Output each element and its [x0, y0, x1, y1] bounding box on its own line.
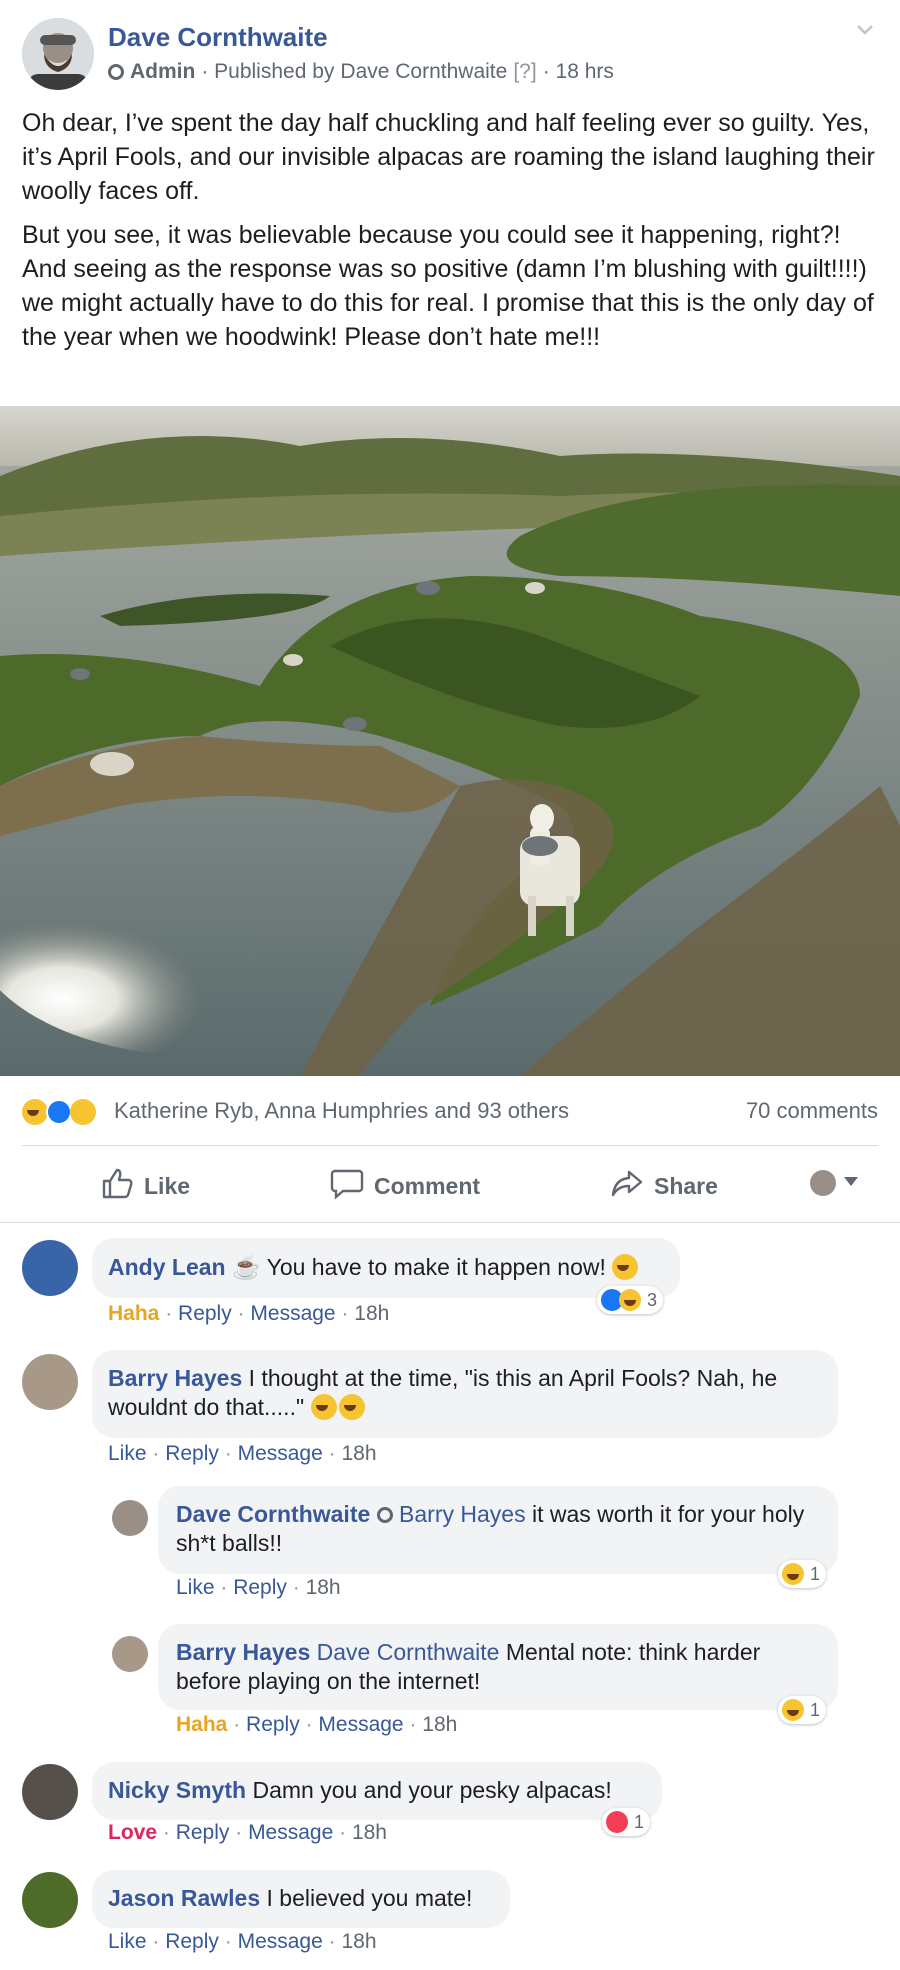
reactions-summary[interactable]: Katherine Ryb, Anna Humphries and 93 oth… — [114, 1098, 569, 1124]
message-link[interactable]: Message — [248, 1821, 333, 1844]
reply-author[interactable]: Dave Cornthwaite — [176, 1501, 370, 1527]
reply-time[interactable]: 18h — [306, 1576, 341, 1599]
message-link[interactable]: Message — [250, 1302, 335, 1325]
haha-icon — [22, 1099, 48, 1125]
comment-time[interactable]: 18h — [341, 1442, 376, 1465]
share-arrow-icon — [610, 1166, 644, 1206]
divider — [0, 1222, 900, 1223]
reply-link[interactable]: Reply — [246, 1713, 300, 1736]
reaction-love-link[interactable]: Love — [108, 1821, 157, 1844]
page-avatar-icon — [810, 1170, 836, 1196]
comment-author[interactable]: Barry Hayes — [108, 1365, 242, 1391]
reply-avatar[interactable] — [112, 1500, 148, 1536]
reply-link[interactable]: Reply — [233, 1576, 287, 1599]
comment-actions: Haha · Reply · Message · 18h — [108, 1302, 390, 1325]
like-link[interactable]: Like — [176, 1576, 215, 1599]
comment-time[interactable]: 18h — [352, 1821, 387, 1844]
divider — [22, 1145, 878, 1146]
love-icon — [606, 1811, 628, 1833]
shield-icon — [376, 1507, 393, 1523]
like-button[interactable]: Like — [100, 1166, 190, 1206]
coffee-icon: ☕ — [231, 1254, 261, 1280]
commenter-avatar[interactable] — [22, 1764, 78, 1820]
reply-bubble: Barry Hayes Dave Cornthwaite Mental note… — [158, 1624, 838, 1710]
reply-reaction-count[interactable]: 1 — [778, 1696, 827, 1724]
reply-mention[interactable]: Dave Cornthwaite — [317, 1639, 500, 1665]
haha-icon — [782, 1699, 804, 1721]
comment-reaction-count[interactable]: 1 — [602, 1808, 651, 1836]
reply-author[interactable]: Barry Hayes — [176, 1639, 310, 1665]
reply-time[interactable]: 18h — [422, 1713, 457, 1736]
reaction-haha-link[interactable]: Haha — [176, 1713, 227, 1736]
comment-actions: Like · Reply · Message · 18h — [108, 1930, 377, 1953]
caret-down-icon — [844, 1174, 858, 1192]
like-link[interactable]: Like — [108, 1442, 147, 1465]
thumbs-up-icon — [100, 1166, 134, 1206]
post-text-paragraph-1: Oh dear, I’ve spent the day half chuckli… — [22, 109, 875, 205]
comment-reaction-count[interactable]: 3 — [597, 1286, 664, 1314]
laughing-emoji-icon — [338, 1394, 365, 1420]
comment-author[interactable]: Nicky Smyth — [108, 1777, 246, 1803]
comment-bubble: Nicky Smyth Damn you and your pesky alpa… — [92, 1762, 662, 1820]
share-button[interactable]: Share — [610, 1166, 718, 1206]
comment-text: I believed you mate! — [266, 1885, 473, 1911]
reaction-icons[interactable] — [22, 1099, 96, 1125]
like-icon — [46, 1099, 72, 1125]
message-link[interactable]: Message — [318, 1713, 403, 1736]
reply-link[interactable]: Reply — [176, 1821, 230, 1844]
comment-icon — [330, 1166, 364, 1206]
reply-bubble: Dave Cornthwaite Barry Hayes it was wort… — [158, 1486, 838, 1574]
comment-bubble: Andy Lean ☕ You have to make it happen n… — [92, 1238, 680, 1298]
comment-time[interactable]: 18h — [354, 1302, 389, 1325]
share-button-label: Share — [654, 1172, 718, 1199]
smile-emoji-icon — [612, 1254, 639, 1280]
comment-author[interactable]: Jason Rawles — [108, 1885, 260, 1911]
reply-actions: Haha · Reply · Message · 18h — [176, 1713, 458, 1736]
shield-icon — [108, 64, 124, 80]
comment-bubble: Barry Hayes I thought at the time, "is t… — [92, 1350, 838, 1438]
reaction-haha-link[interactable]: Haha — [108, 1302, 159, 1325]
comment-button[interactable]: Comment — [330, 1166, 480, 1206]
comment-actions: Like · Reply · Message · 18h — [108, 1442, 377, 1465]
post-text-paragraph-2: But you see, it was believable because y… — [22, 221, 874, 351]
reply-actions: Like · Reply · 18h — [176, 1576, 341, 1599]
comments-count[interactable]: 70 comments — [746, 1098, 878, 1124]
comment-text: Damn you and your pesky alpacas! — [252, 1777, 612, 1803]
reply-reaction-count[interactable]: 1 — [778, 1560, 827, 1588]
post-author-name[interactable]: Dave Cornthwaite — [108, 22, 328, 53]
published-prefix: · Published by — [201, 60, 335, 83]
comment-actions: Love · Reply · Message · 18h — [108, 1821, 387, 1844]
comment-text: You have to make it happen now! — [266, 1254, 606, 1280]
commenter-avatar[interactable] — [22, 1354, 78, 1410]
post-options-chevron-icon[interactable] — [856, 20, 874, 38]
commenter-avatar[interactable] — [22, 1240, 78, 1296]
grimace-emoji-icon — [310, 1394, 337, 1420]
reply-link[interactable]: Reply — [165, 1930, 219, 1953]
like-link[interactable]: Like — [108, 1930, 147, 1953]
comment-time[interactable]: 18h — [341, 1930, 376, 1953]
haha-icon — [782, 1563, 804, 1585]
author-avatar[interactable] — [22, 18, 94, 90]
message-link[interactable]: Message — [238, 1442, 323, 1465]
like-button-label: Like — [144, 1172, 191, 1199]
reply-link[interactable]: Reply — [178, 1302, 232, 1325]
reply-mention[interactable]: Barry Hayes — [399, 1501, 526, 1527]
post-as-selector[interactable] — [810, 1170, 858, 1196]
facebook-post: Dave Cornthwaite Admin · Published by Da… — [0, 0, 900, 1970]
post-timestamp[interactable]: · 18 hrs — [543, 60, 614, 84]
haha-icon — [619, 1289, 641, 1311]
admin-badge: Admin — [130, 60, 196, 83]
comment-button-label: Comment — [374, 1172, 481, 1199]
commenter-avatar[interactable] — [22, 1872, 78, 1928]
published-by-link[interactable]: Dave Cornthwaite — [340, 60, 507, 84]
reply-link[interactable]: Reply — [165, 1442, 219, 1465]
comment-bubble: Jason Rawles I believed you mate! — [92, 1870, 510, 1928]
reply-avatar[interactable] — [112, 1636, 148, 1672]
comment-author[interactable]: Andy Lean — [108, 1254, 226, 1280]
post-photo[interactable] — [0, 406, 900, 1076]
post-meta: Admin · Published by Dave Cornthwaite [?… — [108, 60, 614, 84]
help-marker[interactable]: [?] — [513, 60, 536, 84]
sad-icon — [70, 1099, 96, 1125]
message-link[interactable]: Message — [238, 1930, 323, 1953]
